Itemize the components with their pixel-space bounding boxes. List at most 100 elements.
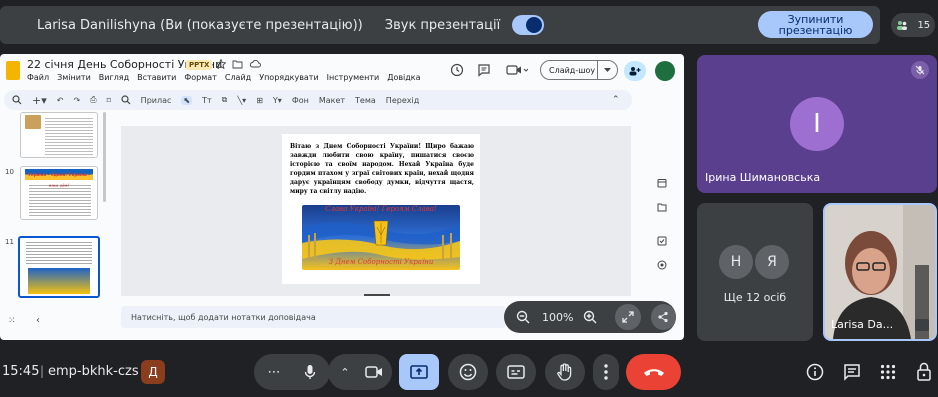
comment-add-icon[interactable]: ⊞	[256, 96, 263, 105]
slide-body-text[interactable]: Вітаю з Днем Соборності України! Щиро ба…	[290, 142, 474, 196]
meeting-clock: 15:45	[2, 364, 40, 379]
present-screen-icon	[410, 365, 428, 379]
meeting-info-icon[interactable]	[806, 363, 824, 381]
more-participants-label: Ще 12 осіб	[723, 291, 787, 304]
fullscreen-icon[interactable]	[615, 304, 641, 330]
meet-call-icon[interactable]	[506, 63, 528, 77]
mic-off-icon	[911, 61, 929, 79]
speaker-notes-field[interactable]: Натисніть, щоб додати нотатки доповідача	[121, 306, 506, 328]
emoji-icon	[459, 363, 477, 381]
captions-button[interactable]	[496, 354, 536, 390]
text-box-icon[interactable]: Tт	[202, 96, 212, 105]
menu-format[interactable]: Формат	[184, 73, 216, 82]
camera-icon[interactable]	[359, 365, 389, 379]
select-tool-icon[interactable]: ⬉	[181, 95, 193, 105]
presentation-sound-toggle[interactable]	[512, 15, 545, 35]
more-participants-tile[interactable]: Н Я Ще 12 осіб	[697, 203, 813, 341]
menu-view[interactable]: Вигляд	[99, 73, 129, 82]
google-slides-window: 22 січня День Соборності України PPTX Фа…	[0, 54, 684, 340]
star-icon[interactable]	[216, 59, 226, 69]
menu-arrange[interactable]: Упорядкувати	[259, 73, 318, 82]
layout-button[interactable]: Макет	[319, 96, 345, 105]
leave-call-button[interactable]	[626, 354, 681, 390]
menu-bar: Файл Змінити Вигляд Вставити Формат Слай…	[27, 73, 421, 82]
slide-banner-image[interactable]: Слава Україні! Героям Слава! З Днем Собо…	[302, 205, 460, 270]
separator: |	[40, 364, 45, 378]
host-controls-icon[interactable]	[916, 362, 932, 381]
menu-tools[interactable]: Інструменти	[327, 73, 380, 82]
pip-icon[interactable]	[915, 319, 929, 331]
captions-icon	[507, 365, 525, 379]
banner-bottom-text: З Днем Соборності України	[328, 258, 434, 266]
line-tool-icon[interactable]: ╲▾	[237, 96, 246, 105]
activities-app-icon[interactable]: Д	[141, 360, 165, 384]
activities-grid-icon[interactable]	[880, 364, 896, 380]
zoom-in-icon[interactable]	[583, 310, 597, 324]
slideshow-label: Слайд-шоу	[549, 65, 596, 75]
new-slide-icon[interactable]: +▾	[32, 94, 47, 107]
zoom-level: 100%	[542, 310, 574, 324]
zoom-out-icon[interactable]	[516, 310, 530, 324]
people-count-chip[interactable]: 15	[891, 13, 935, 37]
more-options-button[interactable]	[593, 354, 619, 390]
keep-folder-icon[interactable]	[657, 202, 667, 212]
slide-thumbnail-9[interactable]	[20, 112, 98, 158]
menu-insert[interactable]: Вставити	[137, 73, 176, 82]
video-settings-icon[interactable]: ⌃	[331, 366, 359, 379]
comments-icon[interactable]	[477, 63, 491, 77]
account-avatar[interactable]	[655, 61, 675, 81]
calendar-icon[interactable]	[657, 178, 667, 188]
transition-button[interactable]: Перехід	[386, 96, 419, 105]
snap-dropdown[interactable]: Прилас	[141, 96, 172, 105]
maps-icon[interactable]	[657, 260, 667, 270]
audio-settings-icon[interactable]: ⋯	[256, 365, 292, 380]
history-icon[interactable]	[450, 63, 464, 77]
search-menus-icon[interactable]	[12, 95, 22, 105]
raise-hand-button[interactable]	[545, 354, 585, 390]
undo-icon[interactable]: ↶	[57, 96, 64, 105]
share-button[interactable]	[624, 61, 646, 81]
paint-format-icon[interactable]: ⌑	[107, 96, 111, 105]
menu-help[interactable]: Довідка	[387, 73, 420, 82]
mic-control-group: ⋯	[254, 354, 330, 390]
reactions-button[interactable]	[448, 354, 488, 390]
current-slide[interactable]: Вітаю з Днем Соборності України! Щиро ба…	[282, 134, 480, 284]
menu-file[interactable]: Файл	[27, 73, 49, 82]
participant-name: Ірина Шимановська	[705, 171, 821, 184]
participant-tile-larisa[interactable]: Larisa Da...	[823, 203, 937, 341]
grid-view-icon[interactable]: ⁙	[8, 316, 16, 326]
slide-thumbnail-11-selected[interactable]	[18, 236, 100, 298]
participant-avatar: Я	[755, 245, 789, 279]
zoom-icon[interactable]	[121, 95, 131, 105]
share-screen-link-icon[interactable]	[650, 304, 676, 330]
redo-icon[interactable]: ↷	[73, 96, 80, 105]
slide-thumbnail-10[interactable]: Україна – Єдина! Україна – наш дім!	[20, 166, 98, 220]
microphone-icon[interactable]	[292, 364, 328, 380]
collapse-toolbar-icon[interactable]: ⌃	[612, 95, 620, 105]
meet-top-bar: Larisa Danilishyna (Ви (показуєте презен…	[0, 0, 938, 50]
background-button[interactable]: Фон	[292, 96, 309, 105]
move-folder-icon[interactable]	[232, 59, 243, 69]
speaker-notes-placeholder: Натисніть, щоб додати нотатки доповідача	[131, 312, 316, 322]
thumbnail-scrollbar[interactable]	[103, 112, 106, 202]
participant-avatar: І	[790, 97, 844, 151]
theme-button[interactable]: Тема	[355, 96, 376, 105]
print-icon[interactable]: ⎙	[90, 95, 96, 105]
slideshow-button[interactable]: Слайд-шоу	[540, 60, 618, 80]
participant-tile-iryna[interactable]: І Ірина Шимановська	[697, 55, 937, 193]
tasks-icon[interactable]	[657, 236, 667, 246]
notes-resize-handle[interactable]	[364, 294, 390, 296]
slides-logo-icon	[6, 61, 20, 80]
menu-edit[interactable]: Змінити	[57, 73, 91, 82]
chat-icon[interactable]	[843, 363, 861, 381]
collapse-panel-icon[interactable]: ‹	[36, 315, 40, 326]
cloud-status-icon[interactable]	[249, 59, 261, 69]
menu-slide[interactable]: Слайд	[225, 73, 251, 82]
slideshow-dropdown-icon[interactable]	[597, 61, 617, 79]
stop-presenting-button[interactable]: Зупинити презентацію	[758, 11, 873, 38]
image-icon[interactable]: ⧉	[222, 95, 228, 105]
presentation-zoom-controls: 100%	[504, 301, 676, 333]
input-tools-icon[interactable]: Y▾	[273, 96, 282, 105]
present-now-button[interactable]	[399, 354, 439, 390]
title-actions	[216, 59, 261, 69]
